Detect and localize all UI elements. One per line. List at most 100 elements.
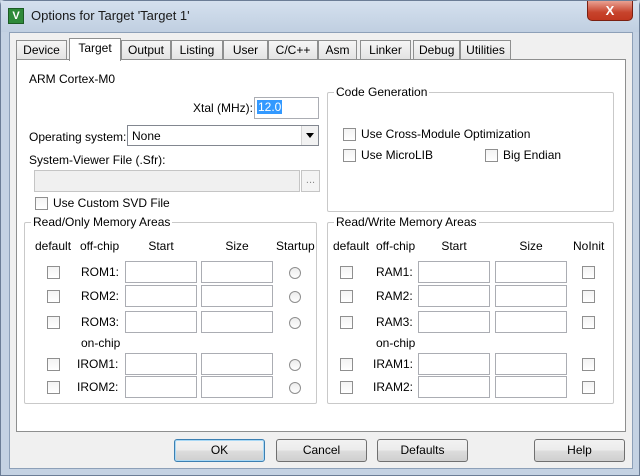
ro-start-input[interactable] [125,261,197,283]
rw-noinit-checkbox[interactable] [582,381,595,394]
ro-startup-radio[interactable] [289,359,301,371]
custom-svd-checkbox[interactable] [35,197,48,210]
ro-header-offchip: off-chip [80,239,120,253]
cross-module-checkbox[interactable] [343,128,356,141]
tab-device[interactable]: Device [16,40,67,60]
ro-size-input[interactable] [201,311,273,333]
tab-linker[interactable]: Linker [360,40,411,60]
rw-start-input[interactable] [418,285,490,307]
rw-start-input[interactable] [418,261,490,283]
ro-row-label: IROM1: [77,357,119,371]
title-bar[interactable]: V Options for Target 'Target 1' X [1,1,639,32]
ro-onchip-label: on-chip [81,336,121,350]
tab-target[interactable]: Target [69,38,121,61]
rw-default-checkbox[interactable] [340,381,353,394]
ro-size-input[interactable] [201,261,273,283]
tab-utilities[interactable]: Utilities [460,40,511,60]
ro-default-checkbox[interactable] [47,316,60,329]
rw-header-size: Size [519,239,543,253]
ro-header-start: Start [148,239,174,253]
sfr-label: System-Viewer File (.Sfr): [29,153,166,167]
rw-row-label: IRAM2: [373,380,414,394]
tab-output[interactable]: Output [121,40,171,60]
rw-start-input[interactable] [418,311,490,333]
os-value: None [132,129,161,143]
dialog-body: Device Target Output Listing User C/C++ … [9,32,633,469]
ro-row-label: ROM1: [81,265,120,279]
xtal-input[interactable]: 12.0 [254,97,319,119]
os-select[interactable]: None [127,125,319,146]
ro-memory-title: Read/Only Memory Areas [31,215,173,229]
rw-size-input[interactable] [495,376,567,398]
ro-default-checkbox[interactable] [47,290,60,303]
rw-memory-title: Read/Write Memory Areas [334,215,479,229]
os-label: Operating system: [29,130,127,144]
ro-start-input[interactable] [125,376,197,398]
defaults-button[interactable]: Defaults [377,439,468,462]
chevron-down-icon[interactable] [301,126,318,145]
xtal-label: Xtal (MHz): [193,101,253,115]
ro-startup-radio[interactable] [289,291,301,303]
ro-size-input[interactable] [201,376,273,398]
rw-size-input[interactable] [495,311,567,333]
options-dialog: V Options for Target 'Target 1' X Device… [0,0,640,476]
ro-default-checkbox[interactable] [47,358,60,371]
ro-start-input[interactable] [125,353,197,375]
cancel-button[interactable]: Cancel [276,439,367,462]
rw-default-checkbox[interactable] [340,316,353,329]
close-button[interactable]: X [587,1,633,21]
tab-cpp[interactable]: C/C++ [268,40,318,60]
rw-onchip-label: on-chip [376,336,416,350]
window-title: Options for Target 'Target 1' [31,8,190,23]
microlib-label: Use MicroLIB [361,148,434,162]
ro-startup-radio[interactable] [289,317,301,329]
sfr-browse-button[interactable]: ... [301,170,320,192]
help-button[interactable]: Help [534,439,625,462]
ro-default-checkbox[interactable] [47,266,60,279]
rw-row-label: IRAM1: [373,357,414,371]
ro-startup-radio[interactable] [289,267,301,279]
ro-start-input[interactable] [125,285,197,307]
code-generation-title: Code Generation [334,85,430,99]
sfr-input[interactable] [34,170,300,192]
ro-startup-radio[interactable] [289,382,301,394]
custom-svd-label: Use Custom SVD File [53,196,170,210]
ok-button[interactable]: OK [174,439,265,462]
rw-default-checkbox[interactable] [340,266,353,279]
rw-default-checkbox[interactable] [340,358,353,371]
ro-header-default: default [35,239,72,253]
rw-header-noinit: NoInit [573,239,605,253]
rw-noinit-checkbox[interactable] [582,358,595,371]
rw-header-default: default [333,239,370,253]
ro-size-input[interactable] [201,285,273,307]
xtal-value: 12.0 [257,100,283,114]
ro-start-input[interactable] [125,311,197,333]
rw-size-input[interactable] [495,261,567,283]
rw-start-input[interactable] [418,353,490,375]
rw-start-input[interactable] [418,376,490,398]
app-icon: V [8,8,24,24]
cross-module-label: Use Cross-Module Optimization [361,127,531,141]
big-endian-checkbox[interactable] [485,149,498,162]
tab-asm[interactable]: Asm [318,40,357,60]
rw-noinit-checkbox[interactable] [582,266,595,279]
ro-default-checkbox[interactable] [47,381,60,394]
microlib-checkbox[interactable] [343,149,356,162]
tab-user[interactable]: User [223,40,268,60]
ro-header-size: Size [225,239,249,253]
rw-size-input[interactable] [495,353,567,375]
rw-noinit-checkbox[interactable] [582,290,595,303]
rw-size-input[interactable] [495,285,567,307]
rw-default-checkbox[interactable] [340,290,353,303]
tab-debug[interactable]: Debug [413,40,460,60]
ro-row-label: ROM2: [81,289,120,303]
device-name: ARM Cortex-M0 [29,72,116,86]
rw-row-label: RAM1: [376,265,413,279]
rw-header-start: Start [441,239,467,253]
ro-row-label: ROM3: [81,315,120,329]
tab-listing[interactable]: Listing [171,40,223,60]
rw-noinit-checkbox[interactable] [582,316,595,329]
ro-row-label: IROM2: [77,380,119,394]
rw-header-offchip: off-chip [376,239,416,253]
ro-size-input[interactable] [201,353,273,375]
